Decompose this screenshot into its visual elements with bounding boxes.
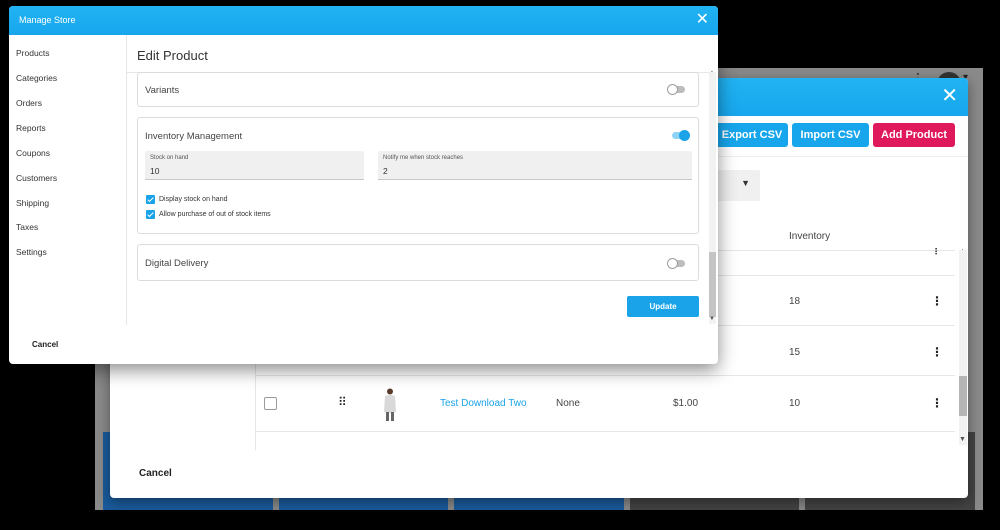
sidebar-item-shipping[interactable]: Shipping bbox=[16, 198, 49, 208]
add-product-button[interactable]: Add Product bbox=[873, 123, 955, 147]
close-icon[interactable]: ✕ bbox=[941, 86, 958, 106]
variation-cell: None bbox=[556, 398, 580, 409]
sidebar-item-orders[interactable]: Orders bbox=[16, 98, 42, 108]
scrollbar[interactable] bbox=[709, 72, 716, 324]
sidebar-item-coupons[interactable]: Coupons bbox=[16, 148, 50, 158]
toggle-knob bbox=[679, 130, 690, 141]
variants-toggle[interactable] bbox=[667, 84, 685, 95]
toggle-knob bbox=[667, 84, 678, 95]
import-csv-button[interactable]: Import CSV bbox=[792, 123, 869, 147]
digital-delivery-title: Digital Delivery bbox=[145, 258, 209, 269]
field-value: 2 bbox=[383, 166, 388, 176]
price-cell: $1.00 bbox=[673, 398, 699, 409]
inventory-cell: 18 bbox=[789, 296, 801, 307]
checkbox-label: Display stock on hand bbox=[159, 196, 228, 203]
more-vertical-icon[interactable]: ⋮ bbox=[931, 247, 941, 256]
divider bbox=[255, 375, 955, 376]
digital-delivery-toggle[interactable] bbox=[667, 258, 685, 269]
sidebar-item-reports[interactable]: Reports bbox=[16, 123, 46, 133]
sidebar-item-taxes[interactable]: Taxes bbox=[16, 222, 38, 232]
product-name-link[interactable]: Test Download Two bbox=[440, 398, 527, 409]
scrollbar-thumb[interactable] bbox=[709, 252, 716, 317]
inventory-cell: 15 bbox=[789, 347, 801, 358]
export-csv-button[interactable]: Export CSV bbox=[716, 123, 788, 147]
inventory-cell: 10 bbox=[789, 398, 801, 409]
scrollbar-thumb[interactable] bbox=[959, 376, 967, 416]
cancel-button[interactable]: Cancel bbox=[32, 340, 58, 349]
more-vertical-icon[interactable]: ⋮ bbox=[931, 396, 943, 410]
field-value: 10 bbox=[150, 166, 160, 176]
field-label: Stock on hand bbox=[150, 155, 189, 161]
scroll-down-icon[interactable]: ▼ bbox=[709, 316, 715, 322]
toggle-knob bbox=[667, 258, 678, 269]
sidebar-item-settings[interactable]: Settings bbox=[16, 247, 47, 257]
caret-down-icon: ▼ bbox=[741, 178, 750, 188]
inventory-card: Inventory Management Stock on hand 10 No… bbox=[137, 117, 699, 234]
column-header-inventory: Inventory bbox=[789, 231, 831, 242]
sidebar: Products Categories Orders Reports Coupo… bbox=[9, 35, 127, 325]
allow-out-of-stock-checkbox[interactable] bbox=[146, 210, 155, 219]
update-button[interactable]: Update bbox=[627, 296, 699, 317]
checkbox-label: Allow purchase of out of stock items bbox=[159, 211, 271, 218]
page-title: Edit Product bbox=[137, 48, 208, 63]
inventory-toggle[interactable] bbox=[672, 130, 690, 141]
digital-delivery-card: Digital Delivery bbox=[137, 244, 699, 281]
manage-store-header: Manage Store ✕ bbox=[9, 6, 718, 35]
variants-title: Variants bbox=[145, 85, 180, 96]
sidebar-item-categories[interactable]: Categories bbox=[16, 73, 57, 83]
cancel-button[interactable]: Cancel bbox=[139, 468, 172, 479]
field-label: Notify me when stock reaches bbox=[383, 155, 464, 161]
row-checkbox[interactable] bbox=[264, 397, 277, 410]
more-vertical-icon[interactable]: ⋮ bbox=[931, 345, 943, 359]
notify-stock-field[interactable]: Notify me when stock reaches 2 bbox=[378, 151, 692, 180]
inventory-title: Inventory Management bbox=[145, 131, 243, 142]
manage-store-modal: Manage Store ✕ Products Categories Order… bbox=[9, 6, 718, 364]
more-vertical-icon[interactable]: ⋮ bbox=[931, 294, 943, 308]
scrollbar[interactable] bbox=[959, 250, 967, 445]
sidebar-item-products[interactable]: Products bbox=[16, 48, 50, 58]
scroll-down-icon[interactable]: ▼ bbox=[959, 436, 966, 443]
display-stock-checkbox[interactable] bbox=[146, 195, 155, 204]
drag-handle-icon[interactable]: ⠿ bbox=[338, 395, 347, 409]
variants-card: Variants bbox=[137, 72, 699, 107]
modal-title: Manage Store bbox=[19, 15, 76, 25]
stock-on-hand-field[interactable]: Stock on hand 10 bbox=[145, 151, 364, 180]
divider bbox=[255, 431, 955, 432]
close-icon[interactable]: ✕ bbox=[696, 12, 709, 28]
product-thumbnail bbox=[384, 388, 396, 421]
sidebar-item-customers[interactable]: Customers bbox=[16, 173, 57, 183]
